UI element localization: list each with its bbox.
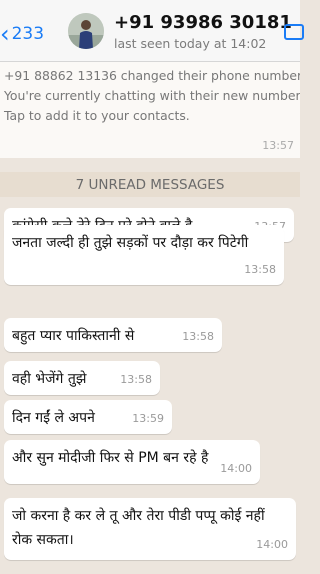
number-change-notice[interactable]: +91 88862 13136 changed their phone numb… bbox=[0, 62, 300, 158]
message-time: 13:59 bbox=[132, 412, 164, 425]
message-time: 13:58 bbox=[244, 263, 276, 276]
avatar[interactable] bbox=[68, 13, 104, 49]
message-text: जनता जल्दी ही तुझे सड़कों पर दौड़ा कर पि… bbox=[12, 235, 249, 251]
chat-header: ‹ 233 +91 93986 30181 last seen today at… bbox=[0, 0, 304, 62]
contact-name[interactable]: +91 93986 30181 bbox=[114, 12, 292, 33]
message-bubble[interactable]: जो करना है कर ले तू और तेरा पीडी पप्पू क… bbox=[4, 498, 296, 560]
message-text: जो करना है कर ले तू और तेरा पीडी पप्पू क… bbox=[12, 508, 265, 548]
unread-messages-banner: 7 UNREAD MESSAGES bbox=[0, 172, 300, 197]
message-time: 13:58 bbox=[182, 330, 214, 343]
notice-line: Tap to add it to your contacts. bbox=[4, 108, 190, 123]
back-button[interactable]: ‹ 233 bbox=[0, 22, 44, 46]
chat-area[interactable]: +91 88862 13136 changed their phone numb… bbox=[0, 62, 300, 574]
message-time: 14:00 bbox=[256, 538, 288, 551]
message-bubble[interactable]: बहुत प्यार पाकिस्तानी से 13:58 bbox=[4, 318, 222, 352]
message-bubble[interactable]: जनता जल्दी ही तुझे सड़कों पर दौड़ा कर पि… bbox=[4, 225, 284, 285]
notice-line: You're currently chatting with their new… bbox=[4, 88, 300, 103]
message-bubble[interactable]: और सुन मोदीजी फिर से PM बन रहे है 14:00 bbox=[4, 440, 260, 484]
notice-line: +91 88862 13136 changed their phone numb… bbox=[4, 68, 300, 83]
message-bubble[interactable]: वही भेजेंगे तुझे 13:58 bbox=[4, 361, 160, 395]
message-time: 14:00 bbox=[220, 462, 252, 475]
video-call-icon[interactable] bbox=[284, 24, 304, 40]
message-time: 13:58 bbox=[120, 373, 152, 386]
unread-chats-count: 233 bbox=[11, 24, 45, 44]
last-seen-status: last seen today at 14:02 bbox=[114, 36, 267, 51]
message-text: और सुन मोदीजी फिर से PM बन रहे है bbox=[12, 450, 209, 466]
notice-time: 13:57 bbox=[262, 139, 294, 152]
message-bubble[interactable]: दिन गईं ले अपने 13:59 bbox=[4, 400, 172, 434]
chevron-left-icon: ‹ bbox=[0, 20, 10, 48]
